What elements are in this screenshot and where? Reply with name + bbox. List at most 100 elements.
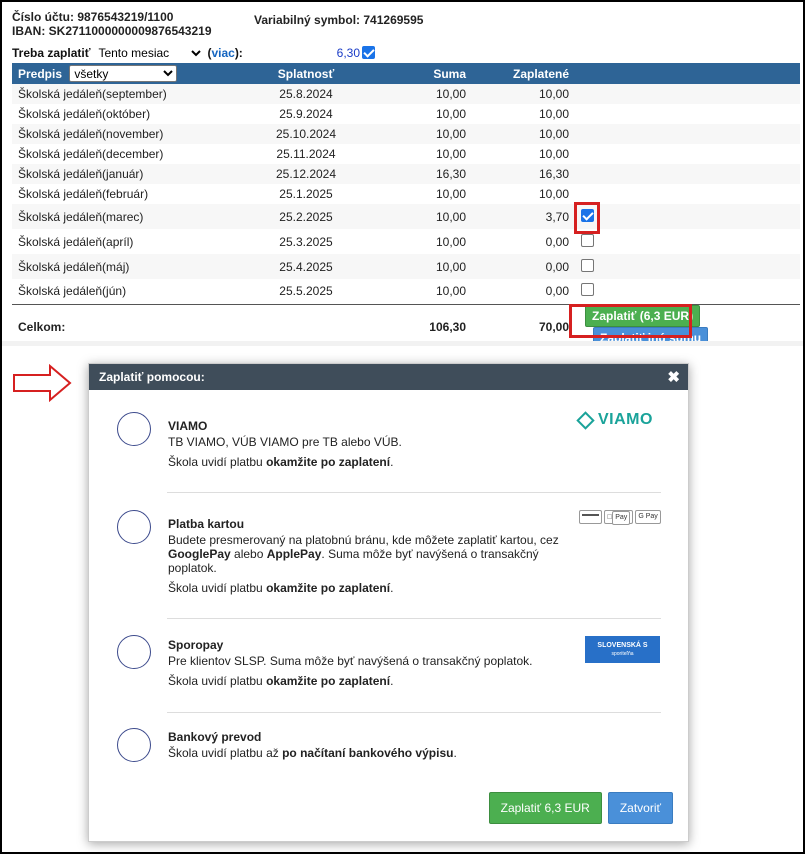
desc-part: Budete presmerovaný na platobnú bránu, k…	[168, 533, 559, 547]
option-viamo-text: VIAMO TB VIAMO, VÚB VIAMO pre TB alebo V…	[168, 419, 578, 469]
radio-bank-transfer[interactable]	[117, 728, 151, 762]
modal-pay-button[interactable]: Zaplatiť 6,3 EUR	[488, 792, 602, 824]
row-select-cell	[575, 279, 601, 304]
due-amount: 6,30	[336, 46, 360, 60]
account-info: Číslo účtu: 9876543219/1100 IBAN: SK2711…	[12, 10, 212, 38]
payment-method-modal: Zaplatiť pomocou: ✖ VIAMO TB VIAMO, VÚB …	[88, 363, 689, 842]
row-amount: 10,00	[372, 124, 472, 144]
desc-applepay: ApplePay	[266, 547, 322, 561]
option-card-note: Škola uvidí platbu okamžite po zaplatení…	[168, 581, 578, 595]
account-number: Číslo účtu: 9876543219/1100	[12, 10, 174, 24]
row-due-date: 25.9.2024	[279, 107, 333, 121]
viamo-logo: VIAMO	[576, 410, 653, 430]
row-due-date: 25.5.2025	[279, 284, 333, 299]
radio-sporopay[interactable]	[117, 635, 151, 669]
table-row: Školská jedáleň(máj) 25.4.2025 10,00 0,00	[12, 254, 800, 279]
due-filter-label: Treba zaplatiť	[12, 46, 91, 60]
row-paid: 0,00	[545, 284, 569, 299]
divider	[167, 712, 661, 713]
modal-header: Zaplatiť pomocou: ✖	[89, 364, 688, 390]
highlight-pay-button	[569, 304, 692, 338]
due-amount-checkbox[interactable]	[362, 46, 375, 59]
table-header-row: Predpis všetky Splatnosť Suma Zaplatené	[12, 63, 800, 84]
row-select-cell	[575, 164, 601, 184]
table-row: Školská jedáleň(december) 25.11.2024 10,00…	[12, 144, 800, 164]
row-spacer	[601, 84, 800, 104]
divider	[167, 618, 661, 619]
note-post: .	[390, 581, 394, 595]
note-bold: po načítaní bankového výpisu	[282, 746, 454, 760]
row-spacer	[601, 204, 800, 229]
row-paid: 10,00	[472, 124, 575, 144]
radio-viamo[interactable]	[117, 412, 151, 446]
predpis-filter-select[interactable]: všetky	[69, 65, 178, 82]
viamo-mark-icon	[576, 410, 595, 430]
row-select-checkbox[interactable]	[581, 258, 594, 272]
table-row: Školská jedáleň(november) 25.10.2024 10,00…	[12, 124, 800, 144]
option-card-desc: Budete presmerovaný na platobnú bránu, k…	[168, 533, 559, 575]
row-spacer	[601, 144, 800, 164]
row-spacer	[601, 164, 800, 184]
note-bold: okamžite po zaplatení	[266, 455, 391, 469]
note-pre: Škola uvidí platbu	[168, 455, 267, 469]
table-row: Školská jedáleň(september) 25.8.2024 10,00…	[12, 84, 800, 104]
row-name: Školská jedáleň(november)	[12, 124, 240, 144]
row-due-date: 25.2.2025	[240, 204, 372, 229]
row-name: Školská jedáleň(apríl)	[18, 234, 134, 249]
row-name: Školská jedáleň(marec)	[12, 204, 240, 229]
row-select-checkbox[interactable]	[581, 283, 594, 297]
option-viamo-desc: TB VIAMO, VÚB VIAMO pre TB alebo VÚB.	[168, 435, 402, 449]
desc-part: alebo	[230, 547, 267, 561]
option-sporopay-desc: Pre klientov SLSP. Suma môže byť navýšen…	[168, 654, 533, 668]
row-paid: 10,00	[538, 107, 569, 121]
row-select-checkbox[interactable]	[581, 233, 594, 247]
row-name: Školská jedáleň(jún)	[18, 284, 127, 299]
col-select	[575, 63, 601, 84]
col-splatnost: Splatnosť	[240, 63, 372, 84]
table-row: Školská jedáleň(apríl) 25.3.2025 10,00 0,00	[12, 229, 800, 254]
credit-card-icon	[579, 510, 602, 524]
slsp-logo: SLOVENSKÁ S sporiteľňa	[585, 636, 660, 663]
more-link[interactable]: viac	[211, 46, 234, 60]
option-sporopay[interactable]: Sporopay Pre klientov SLSP. Suma môže by…	[117, 635, 662, 695]
row-spacer	[601, 229, 800, 254]
highlight-checkbox	[574, 202, 600, 234]
note-pre: Škola uvidí platbu až	[168, 746, 283, 760]
option-bank-transfer-name: Bankový prevod	[168, 730, 262, 744]
row-amount: 10,00	[435, 107, 466, 121]
row-amount: 10,00	[372, 84, 472, 104]
period-select[interactable]: Tento mesiac	[94, 45, 205, 61]
row-amount: 10,00	[372, 254, 472, 279]
note-post: .	[390, 455, 394, 469]
row-select-cell	[575, 84, 601, 104]
row-amount: 10,00	[435, 284, 466, 299]
row-name: Školská jedáleň(január)	[12, 164, 240, 184]
variable-symbol: Variabilný symbol: 741269595	[254, 13, 424, 27]
row-due-date: 25.4.2025	[240, 254, 372, 279]
row-spacer	[601, 104, 800, 124]
radio-card[interactable]	[117, 510, 151, 544]
row-spacer	[601, 279, 800, 304]
close-icon[interactable]: ✖	[667, 368, 680, 386]
row-select-cell	[575, 184, 601, 204]
divider	[167, 492, 661, 493]
slsp-logo-sub: sporiteľňa	[611, 650, 634, 657]
row-name: Školská jedáleň(október)	[18, 107, 151, 121]
note-bold: okamžite po zaplatení	[266, 674, 391, 688]
table-row: Školská jedáleň(január) 25.12.2024 16,30 16…	[12, 164, 800, 184]
modal-title: Zaplatiť pomocou:	[99, 370, 205, 384]
viamo-logo-text: VIAMO	[598, 411, 653, 428]
row-paid: 10,00	[538, 147, 569, 161]
row-spacer	[601, 184, 800, 204]
modal-close-button[interactable]: Zatvoriť	[607, 792, 673, 824]
row-paid: 0,00	[472, 254, 575, 279]
row-select-cell	[575, 104, 601, 124]
note-post: .	[390, 674, 394, 688]
row-due-date: 25.10.2024	[240, 124, 372, 144]
option-bank-transfer[interactable]: Bankový prevod Škola uvidí platbu až po …	[117, 728, 662, 768]
row-name: Školská jedáleň(máj)	[12, 254, 240, 279]
apple-pay-text: Pay	[612, 511, 631, 525]
row-paid: 0,00	[545, 234, 569, 249]
slsp-logo-text: SLOVENSKÁ S	[597, 641, 648, 649]
modal-footer: Zaplatiť 6,3 EUR Zatvoriť	[488, 792, 673, 824]
